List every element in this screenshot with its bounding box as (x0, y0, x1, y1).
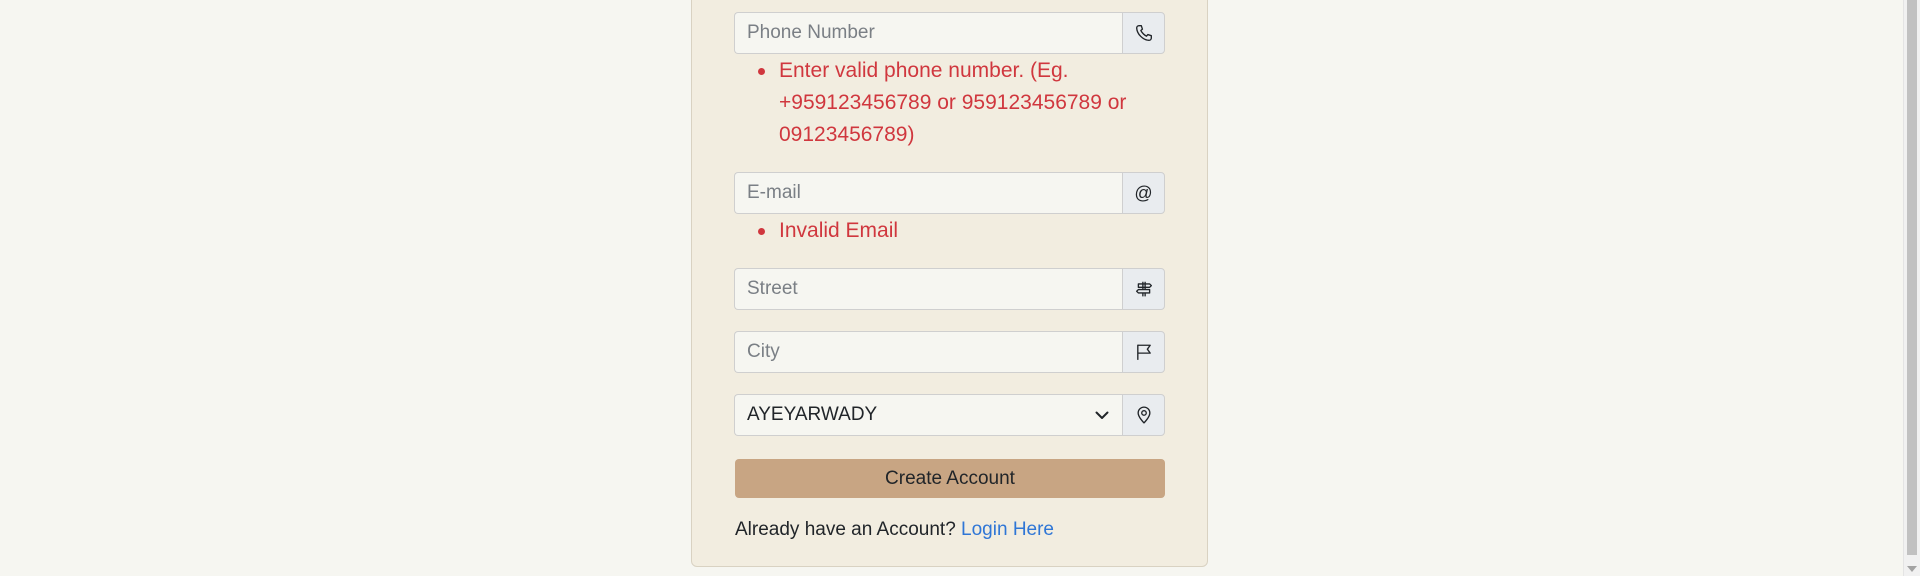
vertical-scrollbar[interactable] (1903, 0, 1920, 576)
scroll-down-arrow-icon[interactable] (1907, 566, 1917, 572)
signpost-icon (1135, 281, 1152, 297)
region-selected-value: AYEYARWADY (747, 404, 878, 425)
create-account-button[interactable]: Create Account (735, 459, 1165, 498)
street-input-group (734, 268, 1165, 310)
login-prompt: Already have an Account? Login Here (735, 519, 1054, 541)
flag-icon (1136, 344, 1151, 360)
phone-error-message: Enter valid phone number. (Eg. +95912345… (736, 55, 1156, 151)
city-input-group (734, 331, 1165, 373)
region-select[interactable]: AYEYARWADY (734, 394, 1122, 436)
scrollbar-thumb[interactable] (1907, 0, 1917, 555)
email-input[interactable] (734, 172, 1122, 214)
page: Enter valid phone number. (Eg. +95912345… (0, 0, 1920, 576)
city-addon (1122, 331, 1165, 373)
phone-input[interactable] (734, 12, 1122, 54)
region-select-group: AYEYARWADY (734, 394, 1165, 436)
chevron-down-icon (1095, 411, 1109, 419)
phone-icon (1135, 25, 1152, 41)
street-input[interactable] (734, 268, 1122, 310)
region-addon (1122, 394, 1165, 436)
street-addon (1122, 268, 1165, 310)
email-error-message: Invalid Email (736, 215, 1156, 247)
phone-error-list: Enter valid phone number. (Eg. +95912345… (736, 55, 1156, 151)
phone-input-group (734, 12, 1165, 54)
email-error-list: Invalid Email (736, 215, 1156, 247)
login-link[interactable]: Login Here (961, 519, 1054, 540)
at-sign-addon: @ (1122, 172, 1165, 214)
login-prompt-text: Already have an Account? (735, 519, 956, 540)
email-input-group: @ (734, 172, 1165, 214)
city-input[interactable] (734, 331, 1122, 373)
map-pin-icon (1136, 406, 1151, 424)
phone-addon (1122, 12, 1165, 54)
